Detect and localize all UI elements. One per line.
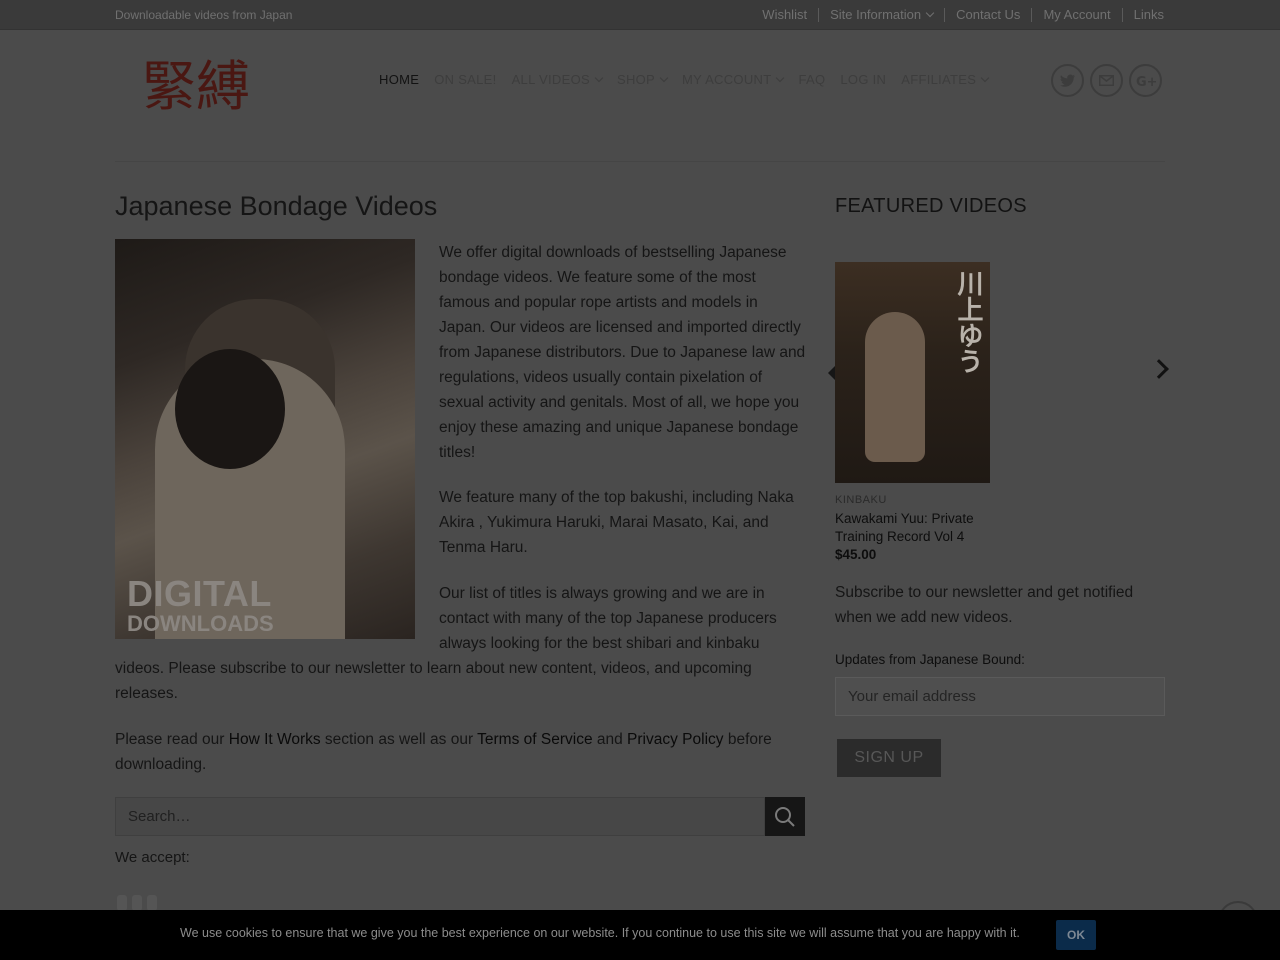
how-it-works-link[interactable]: How It Works (229, 731, 321, 748)
divider (1121, 7, 1123, 22)
nav-shop[interactable]: SHOP (616, 72, 669, 87)
hero-figure (175, 349, 285, 469)
product-image[interactable]: 川上ゆう (835, 262, 990, 483)
top-link-label: Site Information (830, 7, 922, 22)
email-input[interactable] (836, 678, 1164, 715)
product-category[interactable]: KINBAKU (835, 494, 887, 506)
carousel-prev-icon[interactable] (828, 366, 835, 380)
nav-faq[interactable]: FAQ (798, 72, 825, 87)
email-icon[interactable] (1090, 64, 1123, 97)
search-icon (775, 806, 795, 827)
payment-icons (117, 895, 162, 911)
chevron-down-icon (925, 8, 935, 17)
main-nav: HOME ON SALE! ALL VIDEOS SHOP MY ACCOUNT… (379, 72, 1003, 87)
card-icon (117, 895, 127, 911)
chevron-down-icon (594, 73, 604, 82)
divider (1031, 7, 1033, 22)
nav-on-sale[interactable]: ON SALE! (434, 72, 496, 87)
nav-my-account[interactable]: MY ACCOUNT (682, 72, 785, 87)
nav-home[interactable]: HOME (379, 72, 419, 87)
site-logo[interactable]: 緊縛 (140, 50, 255, 115)
svg-text:G+: G+ (1136, 75, 1156, 88)
search-button[interactable] (765, 797, 805, 836)
carousel-next-icon[interactable] (1149, 359, 1169, 379)
nav-label: AFFILIATES (901, 72, 977, 87)
header: 緊縛 HOME ON SALE! ALL VIDEOS SHOP MY ACCO… (0, 30, 1280, 162)
sign-up-button[interactable]: SIGN UP (837, 739, 941, 777)
top-link-contact-us[interactable]: Contact Us (956, 7, 1020, 22)
nav-label: SHOP (616, 72, 656, 87)
search-box (115, 797, 765, 836)
top-link-wishlist[interactable]: Wishlist (762, 7, 807, 22)
cookie-bar: We use cookies to ensure that we give yo… (0, 910, 1280, 960)
chevron-down-icon (659, 73, 669, 82)
top-bar: Downloadable videos from Japan Wishlist … (0, 0, 1280, 30)
email-box (835, 677, 1165, 716)
product-name[interactable]: Kawakami Yuu: Private Training Record Vo… (835, 510, 1005, 546)
nav-all-videos[interactable]: ALL VIDEOS (511, 72, 604, 87)
chevron-down-icon (776, 73, 785, 82)
twitter-icon[interactable] (1051, 64, 1084, 97)
hero-caption-2: DOWNLOADS (127, 611, 274, 636)
top-link-site-information[interactable]: Site Information (830, 7, 935, 22)
logo-text: 緊縛 (142, 55, 250, 115)
read-paragraph: Please read our How It Works section as … (115, 727, 805, 777)
divider (818, 7, 820, 22)
card-icon (132, 895, 142, 911)
chevron-down-icon (981, 73, 990, 82)
text: and (592, 731, 628, 748)
divider (115, 161, 1165, 162)
nav-log-in[interactable]: LOG IN (840, 72, 886, 87)
cookie-message: We use cookies to ensure that we give yo… (180, 926, 1020, 940)
intro-paragraph: We offer digital downloads of bestsellin… (439, 244, 806, 461)
text: Please read our (115, 731, 229, 748)
page: Downloadable videos from Japan Wishlist … (0, 0, 1280, 960)
terms-of-service-link[interactable]: Terms of Service (477, 731, 592, 748)
subscribe-text: Subscribe to our newsletter and get noti… (835, 584, 1134, 626)
google-plus-icon[interactable]: G+ (1129, 64, 1162, 97)
top-link-my-account[interactable]: My Account (1043, 7, 1110, 22)
page-title: Japanese Bondage Videos (115, 191, 438, 221)
nav-affiliates[interactable]: AFFILIATES (901, 72, 990, 87)
titles-paragraph: Our list of titles is always growing and… (439, 585, 777, 652)
hero-caption-1: DIGITAL (127, 573, 272, 614)
divider (944, 7, 946, 22)
nav-label: ALL VIDEOS (511, 72, 590, 87)
card-icon (147, 895, 157, 911)
featured-videos-title: FEATURED VIDEOS (835, 195, 1027, 217)
privacy-policy-link[interactable]: Privacy Policy (627, 731, 723, 748)
bakushi-paragraph: We feature many of the top bakushi, incl… (439, 489, 794, 556)
cookie-ok-button[interactable]: OK (1056, 920, 1096, 950)
titles-paragraph-cont: videos. Please subscribe to our newslett… (115, 660, 752, 702)
cover-title: 川上ゆう (954, 270, 984, 374)
search-input[interactable] (116, 798, 764, 835)
site-tagline: Downloadable videos from Japan (115, 8, 293, 22)
top-link-links[interactable]: Links (1134, 7, 1164, 22)
hero-image: DIGITAL DOWNLOADS (115, 239, 415, 639)
text: section as well as our (320, 731, 478, 748)
accept-label: We accept: (115, 849, 190, 866)
cover-figure (865, 312, 925, 462)
nav-label: MY ACCOUNT (682, 72, 772, 87)
updates-label: Updates from Japanese Bound: (835, 652, 1025, 667)
top-nav: Wishlist Site Information Contact Us My … (762, 7, 1164, 22)
social-icons: G+ (1051, 64, 1168, 97)
product-price: $45.00 (835, 547, 877, 562)
